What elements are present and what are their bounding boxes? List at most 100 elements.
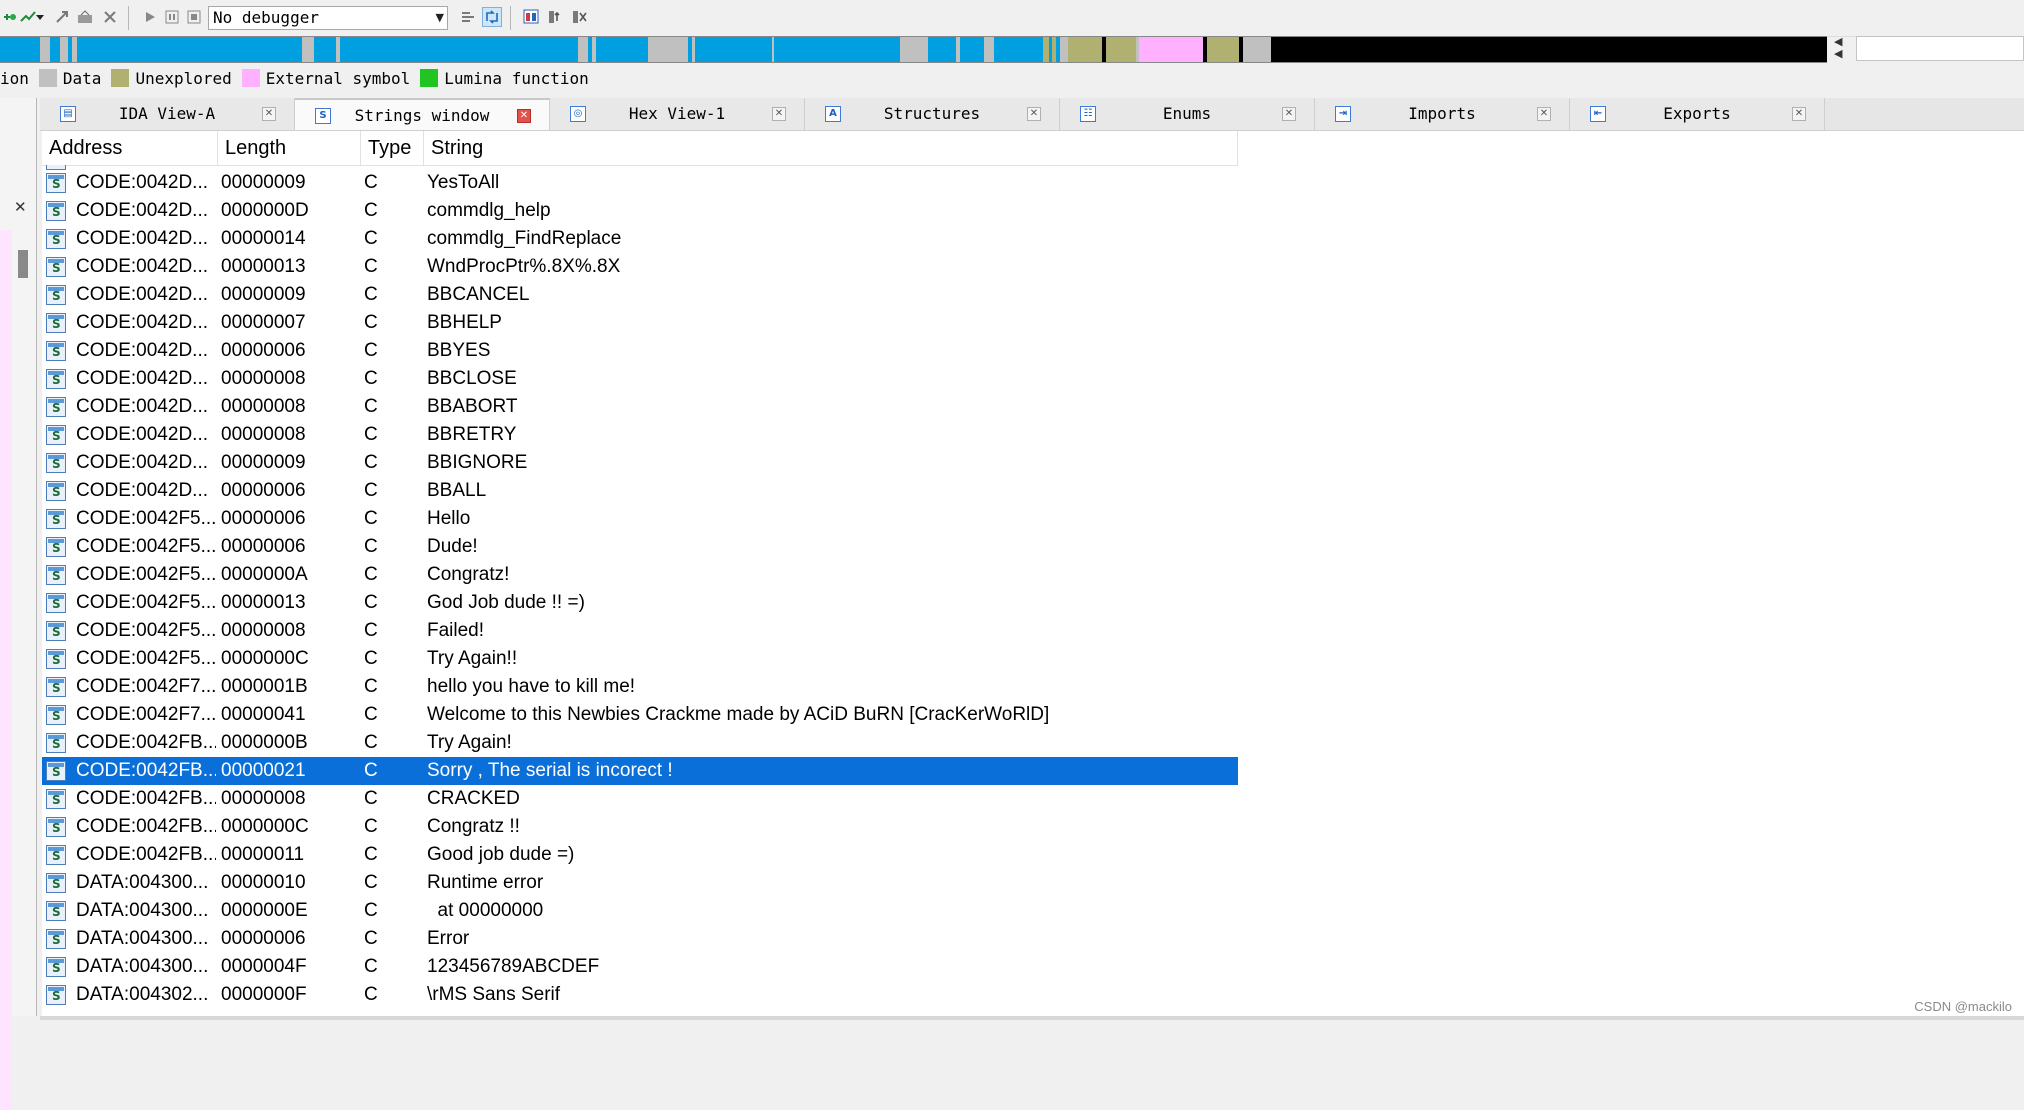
nav-band-segment xyxy=(592,37,596,62)
navigation-band[interactable] xyxy=(0,36,1827,63)
close-icon[interactable]: ✕ xyxy=(772,107,786,121)
stop-icon[interactable] xyxy=(184,7,204,27)
column-header-length[interactable]: Length xyxy=(218,131,361,165)
table-row[interactable]: CODE:0042FB...0000000B C Try Again! xyxy=(42,729,1238,757)
table-row[interactable]: CODE:0042D... 00000014 Ccommdlg_FindReplac… xyxy=(42,225,1238,253)
cell-string: Dude! xyxy=(427,536,478,557)
cell-type: C xyxy=(364,200,378,221)
navigation-band-arrows[interactable]: ◀ ◀ xyxy=(1834,36,1846,62)
tab-label: Structures xyxy=(883,104,981,123)
trace-options-icon[interactable] xyxy=(570,7,590,27)
pause-icon[interactable] xyxy=(162,7,182,27)
status-divider xyxy=(40,1016,2024,1020)
table-row[interactable]: CODE:0042D... 00000008 C BBRETRY xyxy=(42,421,1238,449)
close-icon[interactable] xyxy=(100,7,120,27)
close-icon[interactable]: ✕ xyxy=(14,198,27,216)
table-row[interactable]: DATA:004300... 0000004F C 123456789ABCDEF xyxy=(42,953,1238,981)
close-icon[interactable]: ✕ xyxy=(262,107,276,121)
cell-length: 00000011 xyxy=(221,844,305,865)
graph-icon[interactable] xyxy=(76,7,96,27)
table-row[interactable]: CODE:0042D... 00000009 C BBCANCEL xyxy=(42,281,1238,309)
close-icon[interactable]: ✕ xyxy=(517,109,531,123)
refresh-icon[interactable] xyxy=(482,7,502,27)
table-row[interactable]: CODE:0042D... 00000007 C BBHELP xyxy=(42,309,1238,337)
nav-band-segment xyxy=(956,37,960,62)
table-row[interactable]: CODE:0042FB...00000021 C Sorry , The seria… xyxy=(42,757,1238,785)
dropdown-arrow-icon[interactable] xyxy=(34,7,46,27)
cell-type: C xyxy=(364,312,378,333)
table-row[interactable]: CODE:0042D... 00000013 C WndProcPtr%.8X%.8X xyxy=(42,253,1238,281)
column-header-address[interactable]: Address xyxy=(42,131,218,165)
table-row[interactable]: DATA:004300... 00000010 C Runtime error xyxy=(42,869,1238,897)
cell-address: CODE:0042F7... xyxy=(76,704,216,725)
table-row[interactable]: CODE:0042FB...0000000C C Congratz !! xyxy=(42,813,1238,841)
cell-address: CODE:0042D... xyxy=(76,480,208,501)
cell-address: CODE:0042F5... xyxy=(76,620,216,641)
left-panel-scrollbar[interactable] xyxy=(18,250,28,278)
string-icon xyxy=(46,229,66,249)
table-row[interactable]: CODE:0042F7...00000041 C Welcome to this N… xyxy=(42,701,1238,729)
string-icon xyxy=(46,845,66,865)
string-icon xyxy=(46,677,66,697)
cell-address: CODE:0042D... xyxy=(76,200,208,221)
close-icon[interactable]: ✕ xyxy=(1282,107,1296,121)
nav-band-segment xyxy=(984,37,994,62)
table-row[interactable]: CODE:0042D... 0000000D Ccommdlg_help xyxy=(42,197,1238,225)
close-icon[interactable]: ✕ xyxy=(1792,107,1806,121)
cell-string: \rMS Sans Serif xyxy=(427,984,561,1005)
cell-address: CODE:0042D... xyxy=(76,284,208,305)
navigation-address-field[interactable] xyxy=(1856,36,2024,61)
cell-type: C xyxy=(364,340,378,361)
legend-label: Data xyxy=(62,69,102,88)
table-row[interactable]: CODE:0042D... 00000008 C BBABORT xyxy=(42,393,1238,421)
watermark: CSDN @mackilo xyxy=(1914,999,2012,1014)
cell-length: 00000008 xyxy=(221,788,306,809)
cell-type: C xyxy=(364,788,378,809)
cell-address: CODE:0042D... xyxy=(76,368,208,389)
close-icon[interactable]: ✕ xyxy=(1537,107,1551,121)
cell-length: 00000008 xyxy=(221,368,306,389)
trace-icon[interactable] xyxy=(52,7,72,27)
view-icon[interactable] xyxy=(522,7,542,27)
close-icon[interactable]: ✕ xyxy=(1027,107,1041,121)
table-row[interactable]: CODE:0042D... 00000009 C BBIGNORE xyxy=(42,449,1238,477)
tab-strings-window[interactable]: S Strings window ✕ xyxy=(295,98,550,130)
debugger-select[interactable]: No debugger ▼ xyxy=(208,6,448,30)
table-row[interactable]: CODE:0042D... 00000008 C BBCLOSE xyxy=(42,365,1238,393)
table-row[interactable]: CODE:0042F5...00000013 C God Job dude !! =… xyxy=(42,589,1238,617)
table-row[interactable]: CODE:0042D... 00000006 C BBYES xyxy=(42,337,1238,365)
table-row[interactable]: CODE:0042FB...00000008 C CRACKED xyxy=(42,785,1238,813)
tab-hex-view-1[interactable]: ◎ Hex View-1 ✕ xyxy=(550,98,805,130)
tab-imports[interactable]: ⇥ Imports ✕ xyxy=(1315,98,1570,130)
cell-length: 0000000D xyxy=(221,200,309,221)
table-row[interactable]: CODE:0042D... 00000006 C BBALL xyxy=(42,477,1238,505)
table-row[interactable]: CODE:0042F5...00000006 C Hello xyxy=(42,505,1238,533)
tab-enums[interactable]: ☷ Enums ✕ xyxy=(1060,98,1315,130)
table-row[interactable]: CODE:0042F5...0000000C C Try Again!! xyxy=(42,645,1238,673)
cell-string: commdlg_FindReplace xyxy=(427,228,622,249)
tab-ida-view-a[interactable]: ▤ IDA View-A ✕ xyxy=(40,98,295,130)
tab-structures[interactable]: A Structures ✕ xyxy=(805,98,1060,130)
table-row[interactable]: DATA:004300... 00000006 C Error xyxy=(42,925,1238,953)
table-row[interactable]: DATA:004300... 0000000E C at 00000000 xyxy=(42,897,1238,925)
left-panel-content xyxy=(0,230,12,1110)
cell-length: 00000006 xyxy=(221,340,306,361)
table-row[interactable]: CODE:0042D... 00000009 C YesToAll xyxy=(42,169,1238,197)
table-row[interactable]: CODE:0042F7...0000001B Chello you have to… xyxy=(42,673,1238,701)
table-row[interactable]: CODE:0042F5...00000008 C Failed! xyxy=(42,617,1238,645)
cell-type: C xyxy=(364,256,378,277)
chevron-right-icon[interactable]: ◀ xyxy=(1834,48,1846,60)
add-breakpoint-icon[interactable] xyxy=(0,7,20,27)
start-process-icon[interactable] xyxy=(140,7,160,27)
cell-length: 0000000C xyxy=(221,816,309,837)
trace-options-icon[interactable] xyxy=(458,7,478,27)
table-row[interactable]: CODE:0042F5...00000006 C Dude! xyxy=(42,533,1238,561)
string-icon xyxy=(46,901,66,921)
table-row[interactable]: DATA:004302... 0000000F C \rMS Sans Serif xyxy=(42,981,1238,1009)
column-header-string[interactable]: String xyxy=(424,131,1238,165)
table-row[interactable]: CODE:0042F5...0000000A C Congratz! xyxy=(42,561,1238,589)
pointer-icon[interactable] xyxy=(546,7,566,27)
tab-exports[interactable]: ⇤ Exports ✕ xyxy=(1570,98,1825,130)
column-header-type[interactable]: Type xyxy=(361,131,424,165)
table-row[interactable]: CODE:0042FB...00000011 C Good job dude =) xyxy=(42,841,1238,869)
